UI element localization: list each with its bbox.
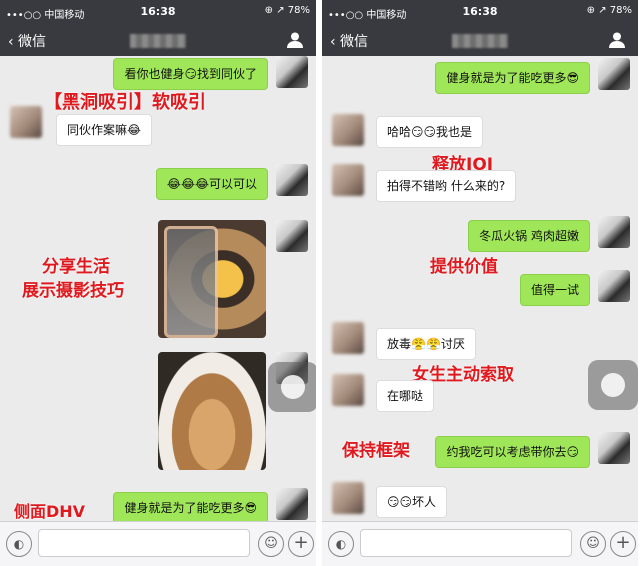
voice-icon[interactable]: ◐: [328, 531, 354, 557]
contact-avatar[interactable]: [332, 114, 364, 146]
message-input[interactable]: [360, 529, 572, 557]
battery-text: ⊕ ↗ 78%: [586, 5, 632, 16]
message-list: 健身就是为了能吃更多😎 哈哈😏😏我也是 释放IOI 拍得不错哟 什么来的? 冬瓜…: [322, 56, 638, 522]
my-avatar[interactable]: [276, 56, 308, 88]
photo-food[interactable]: [158, 352, 266, 470]
annotation-label: 侧面DHV: [14, 502, 86, 521]
emoji-icon[interactable]: ☺: [580, 531, 606, 557]
plus-icon[interactable]: +: [610, 531, 636, 557]
battery-text: ⊕ ↗ 78%: [264, 5, 310, 16]
nav-bar: ‹ 微信: [322, 24, 638, 56]
message-received[interactable]: 在哪哒: [376, 380, 435, 412]
back-button[interactable]: ‹ 微信: [330, 31, 368, 51]
my-avatar[interactable]: [276, 220, 308, 252]
message-received[interactable]: 同伙作案嘛😂: [56, 114, 153, 146]
phone-frame: [164, 226, 218, 338]
contact-avatar[interactable]: [332, 164, 364, 196]
message-sent[interactable]: 值得一试: [519, 274, 590, 306]
message-received[interactable]: 😏😏坏人: [376, 486, 448, 518]
my-avatar[interactable]: [598, 270, 630, 302]
voice-icon[interactable]: ◐: [6, 531, 32, 557]
annotation-label: 提供价值: [430, 257, 498, 277]
back-button[interactable]: ‹ 微信: [8, 31, 46, 51]
message-sent[interactable]: 😂😂😂可以可以: [155, 168, 268, 200]
message-sent[interactable]: 冬瓜火锅 鸡肉超嫩: [468, 220, 590, 252]
my-avatar[interactable]: [276, 164, 308, 196]
my-avatar[interactable]: [598, 216, 630, 248]
blurred-contact-name: [452, 34, 508, 48]
status-bar: •••○○ 中国移动 16:38 ⊕ ↗ 78%: [322, 0, 638, 24]
input-toolbar: ◐ ☺ +: [322, 521, 638, 566]
emoji-icon[interactable]: ☺: [258, 531, 284, 557]
my-avatar[interactable]: [598, 432, 630, 464]
message-received[interactable]: 拍得不错哟 什么来的?: [376, 170, 517, 202]
contact-avatar[interactable]: [332, 482, 364, 514]
plus-icon[interactable]: +: [288, 531, 314, 557]
message-sent[interactable]: 看你也健身😏找到同伙了: [113, 58, 268, 90]
right-chat-screen: •••○○ 中国移动 16:38 ⊕ ↗ 78% ‹ 微信 健身就是为了能吃更多…: [322, 0, 638, 566]
message-received[interactable]: 哈哈😏😏我也是: [376, 116, 484, 148]
annotation-label: 展示摄影技巧: [22, 281, 124, 301]
annotation-label: 分享生活: [42, 257, 110, 277]
message-sent[interactable]: 健身就是为了能吃更多😎: [435, 62, 590, 94]
annotation-label: 保持框架: [342, 441, 410, 461]
annotation-label: 【黑洞吸引】软吸引: [44, 92, 206, 113]
my-avatar[interactable]: [598, 58, 630, 90]
blurred-contact-name: [130, 34, 186, 48]
person-icon[interactable]: [286, 31, 304, 49]
assistive-touch[interactable]: [588, 360, 638, 410]
my-avatar[interactable]: [276, 488, 308, 520]
left-chat-screen: •••○○ 中国移动 16:38 ⊕ ↗ 78% ‹ 微信 看你也健身😏找到同伙…: [0, 0, 316, 566]
nav-bar: ‹ 微信: [0, 24, 316, 56]
status-bar: •••○○ 中国移动 16:38 ⊕ ↗ 78%: [0, 0, 316, 24]
message-sent[interactable]: 约我吃可以考虑带你去😏: [435, 436, 590, 468]
input-toolbar: ◐ ☺ +: [0, 521, 316, 566]
message-sent[interactable]: 健身就是为了能吃更多😎: [113, 492, 268, 524]
contact-avatar[interactable]: [10, 106, 42, 138]
person-icon[interactable]: [608, 31, 626, 49]
message-input[interactable]: [38, 529, 250, 557]
contact-avatar[interactable]: [332, 322, 364, 354]
message-list: 看你也健身😏找到同伙了 【黑洞吸引】软吸引 同伙作案嘛😂 😂😂😂可以可以 分享生…: [0, 56, 316, 524]
message-received[interactable]: 放毒😤😤讨厌: [376, 328, 476, 360]
assistive-touch[interactable]: [268, 362, 316, 412]
contact-avatar[interactable]: [332, 374, 364, 406]
